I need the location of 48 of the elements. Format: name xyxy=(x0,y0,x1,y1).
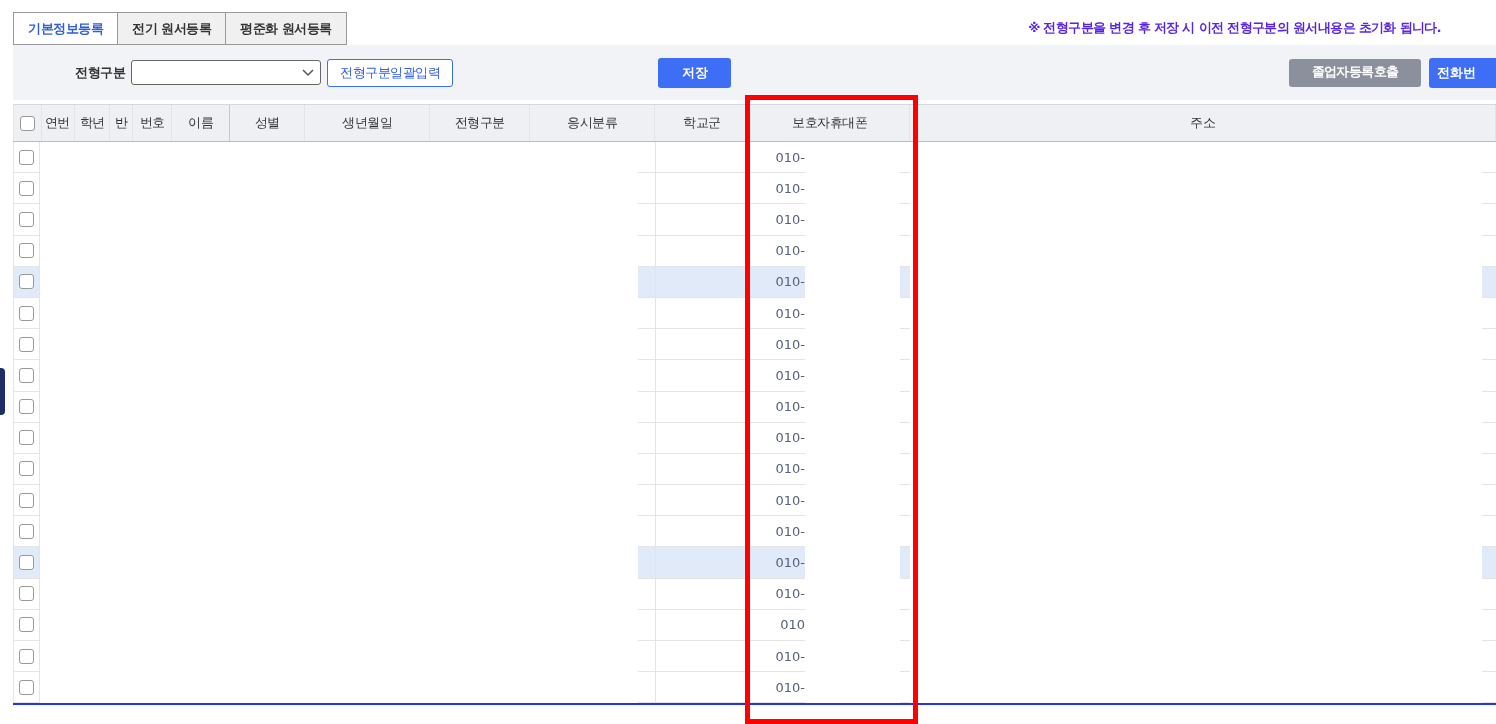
column-header[interactable]: 학교군 xyxy=(683,114,721,132)
filter-select[interactable] xyxy=(131,60,321,85)
row-checkbox[interactable] xyxy=(19,617,34,633)
column-header[interactable]: 성별 xyxy=(254,114,280,132)
column-header[interactable]: 반 xyxy=(114,114,128,132)
column-header[interactable]: 번호 xyxy=(139,114,165,132)
row-checkbox[interactable] xyxy=(19,211,34,227)
row-checkbox[interactable] xyxy=(19,336,34,352)
row-checkbox[interactable] xyxy=(19,586,34,602)
side-handle[interactable] xyxy=(0,368,5,415)
phone-cell: 010- xyxy=(750,266,805,298)
phone-cell: 010- xyxy=(750,547,805,579)
row-checkbox[interactable] xyxy=(19,430,34,446)
column-header[interactable]: 응시분류 xyxy=(567,114,617,132)
column-header[interactable]: 생년월일 xyxy=(342,114,392,132)
row-checkbox[interactable] xyxy=(19,305,34,321)
row-checkbox[interactable] xyxy=(19,399,34,415)
save-button[interactable]: 저장 xyxy=(658,57,731,88)
tab[interactable]: 전기 원서등록 xyxy=(117,13,226,44)
column-header[interactable]: 주소 xyxy=(1190,114,1215,132)
row-checkbox[interactable] xyxy=(19,461,34,477)
column-header[interactable]: 이름 xyxy=(188,114,213,132)
row-checkbox[interactable] xyxy=(19,555,34,571)
row-checkbox[interactable] xyxy=(19,274,34,290)
notice-text: ※ 전형구분을 변경 후 저장 시 이전 전형구분의 원서내용은 초기화 됩니다. xyxy=(1028,20,1441,37)
row-checkbox[interactable] xyxy=(19,243,34,259)
row-checkbox[interactable] xyxy=(19,149,34,165)
select-all-checkbox[interactable] xyxy=(20,115,35,131)
column-header[interactable]: 학년 xyxy=(79,114,105,132)
filter-label: 전형구분 xyxy=(75,63,125,82)
row-checkbox[interactable] xyxy=(19,180,34,196)
tab[interactable]: 평준화 원서등록 xyxy=(225,13,346,44)
row-checkbox[interactable] xyxy=(19,648,34,664)
phone-button[interactable]: 전화번 xyxy=(1429,57,1496,88)
table-cell xyxy=(638,266,655,298)
table-cell xyxy=(900,266,910,298)
table-cell xyxy=(1482,266,1496,298)
column-header[interactable]: 전형구분 xyxy=(454,114,505,132)
column-header[interactable]: 보호자휴대폰 xyxy=(792,114,867,132)
row-checkbox[interactable] xyxy=(19,523,34,539)
table-cell xyxy=(638,547,655,579)
table-cell xyxy=(900,547,910,579)
column-header[interactable]: 연번 xyxy=(44,114,70,132)
row-checkbox[interactable] xyxy=(19,679,34,695)
row-checkbox[interactable] xyxy=(19,367,34,383)
table-cell xyxy=(1482,547,1496,579)
row-checkbox[interactable] xyxy=(19,492,34,508)
bulk-input-button[interactable]: 전형구분일괄입력 xyxy=(327,58,453,87)
